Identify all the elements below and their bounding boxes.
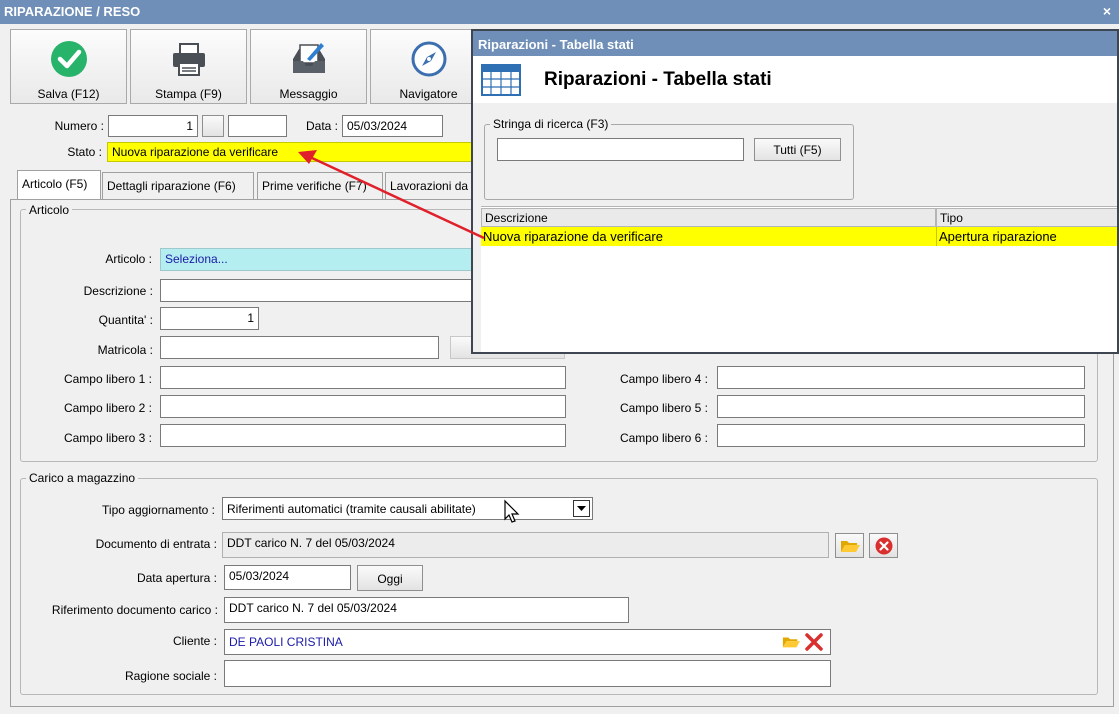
quantita-label: Quantita' : bbox=[98, 313, 153, 327]
search-input[interactable] bbox=[497, 138, 744, 161]
folder-icon bbox=[840, 541, 860, 552]
articolo-label: Articolo : bbox=[105, 252, 152, 266]
table-row-descrizione[interactable]: Nuova riparazione da verificare bbox=[481, 227, 936, 246]
descrizione-label: Descrizione : bbox=[83, 284, 153, 298]
column-header-descrizione[interactable]: Descrizione bbox=[481, 208, 936, 227]
cliente-label: Cliente : bbox=[172, 634, 217, 648]
print-button-label: Stampa (F9) bbox=[155, 87, 222, 101]
tipo-aggiornamento-value: Riferimenti automatici (tramite causali … bbox=[227, 502, 476, 516]
printer-icon bbox=[173, 43, 205, 76]
popup-heading: Riparazioni - Tabella stati bbox=[544, 69, 772, 90]
campo-libero-1-label: Campo libero 1 : bbox=[63, 372, 152, 386]
search-group bbox=[484, 124, 854, 200]
campo-libero-6-field[interactable] bbox=[717, 424, 1085, 447]
numero-picker-button[interactable] bbox=[202, 115, 224, 137]
column-header-tipo[interactable]: Tipo bbox=[936, 208, 1117, 227]
tipo-aggiornamento-select[interactable]: Riferimenti automatici (tramite causali … bbox=[222, 497, 593, 520]
compass-icon bbox=[411, 41, 447, 77]
carico-group-title: Carico a magazzino bbox=[26, 471, 139, 485]
articolo-select[interactable]: Seleziona... bbox=[160, 248, 480, 271]
popup-titlebar: Riparazioni - Tabella stati bbox=[473, 31, 1117, 56]
remove-circle-icon bbox=[875, 537, 892, 555]
delete-x-icon[interactable] bbox=[804, 632, 824, 652]
data-apertura-field[interactable]: 05/03/2024 bbox=[224, 565, 351, 590]
ragione-sociale-label: Ragione sociale : bbox=[124, 669, 217, 683]
riferimento-documento-label: Riferimento documento carico : bbox=[51, 603, 218, 617]
campo-libero-4-field[interactable] bbox=[717, 366, 1085, 389]
stati-popup-window: Riparazioni - Tabella stati Riparazioni … bbox=[471, 29, 1119, 354]
data-label: Data : bbox=[305, 119, 338, 133]
campo-libero-2-field[interactable] bbox=[160, 395, 566, 418]
search-group-title: Stringa di ricerca (F3) bbox=[490, 117, 612, 131]
matricola-label: Matricola : bbox=[97, 343, 153, 357]
quantita-field[interactable]: 1 bbox=[160, 307, 259, 330]
documento-entrata-label: Documento di entrata : bbox=[95, 537, 217, 551]
tab-dettagli-riparazione[interactable]: Dettagli riparazione (F6) bbox=[102, 172, 254, 199]
data-field[interactable]: 05/03/2024 bbox=[342, 115, 443, 137]
oggi-button[interactable]: Oggi bbox=[357, 565, 423, 591]
riferimento-documento-field[interactable]: DDT carico N. 7 del 05/03/2024 bbox=[224, 597, 629, 623]
stato-label: Stato : bbox=[67, 145, 102, 159]
campo-libero-3-label: Campo libero 3 : bbox=[63, 431, 152, 445]
campo-libero-5-label: Campo libero 5 : bbox=[619, 401, 708, 415]
articolo-group-title: Articolo bbox=[26, 203, 73, 217]
cliente-field[interactable]: DE PAOLI CRISTINA bbox=[224, 629, 831, 655]
chevron-down-icon[interactable] bbox=[573, 500, 590, 517]
campo-libero-2-label: Campo libero 2 : bbox=[63, 401, 152, 415]
save-button-label: Salva (F12) bbox=[37, 87, 100, 101]
message-icon bbox=[293, 43, 325, 73]
popup-title: Riparazioni - Tabella stati bbox=[478, 37, 634, 52]
close-icon[interactable]: × bbox=[1103, 3, 1111, 19]
ragione-sociale-field[interactable] bbox=[224, 660, 831, 687]
popup-header: Riparazioni - Tabella stati bbox=[473, 56, 1117, 103]
mouse-cursor-icon bbox=[504, 499, 520, 523]
tipo-aggiornamento-label: Tipo aggiornamento : bbox=[102, 503, 215, 517]
campo-libero-4-label: Campo libero 4 : bbox=[619, 372, 708, 386]
tab-prime-verifiche[interactable]: Prime verifiche (F7) bbox=[257, 172, 383, 199]
descrizione-field[interactable] bbox=[160, 279, 480, 302]
tab-lavorazioni[interactable]: Lavorazioni da bbox=[385, 172, 473, 199]
table-grid-icon bbox=[481, 64, 521, 96]
print-button[interactable]: Stampa (F9) bbox=[130, 29, 247, 104]
table-row-tipo[interactable]: Apertura riparazione bbox=[936, 227, 1117, 246]
campo-libero-3-field[interactable] bbox=[160, 424, 566, 447]
folder-open-button[interactable] bbox=[835, 533, 864, 558]
numero-suffix-field[interactable] bbox=[228, 115, 287, 137]
matricola-field[interactable] bbox=[160, 336, 439, 359]
message-button[interactable]: Messaggio bbox=[250, 29, 367, 104]
numero-field[interactable]: 1 bbox=[108, 115, 198, 137]
navigator-button-label: Navigatore bbox=[399, 87, 458, 101]
campo-libero-1-field[interactable] bbox=[160, 366, 566, 389]
numero-label: Numero : bbox=[54, 119, 104, 133]
message-button-label: Messaggio bbox=[279, 87, 338, 101]
navigator-button[interactable]: Navigatore bbox=[370, 29, 487, 104]
data-apertura-label: Data apertura : bbox=[136, 571, 217, 585]
save-button[interactable]: Salva (F12) bbox=[10, 29, 127, 104]
window-titlebar: RIPARAZIONE / RESO bbox=[0, 0, 1119, 24]
folder-icon[interactable] bbox=[781, 633, 801, 651]
all-button[interactable]: Tutti (F5) bbox=[754, 138, 841, 161]
window-title: RIPARAZIONE / RESO bbox=[4, 4, 141, 19]
checkmark-icon bbox=[51, 41, 87, 77]
tab-articolo[interactable]: Articolo (F5) bbox=[17, 170, 101, 200]
campo-libero-6-label: Campo libero 6 : bbox=[619, 431, 708, 445]
clear-document-button[interactable] bbox=[869, 533, 898, 558]
documento-entrata-field[interactable]: DDT carico N. 7 del 05/03/2024 bbox=[222, 532, 829, 558]
stato-field[interactable]: Nuova riparazione da verificare bbox=[107, 142, 473, 162]
campo-libero-5-field[interactable] bbox=[717, 395, 1085, 418]
